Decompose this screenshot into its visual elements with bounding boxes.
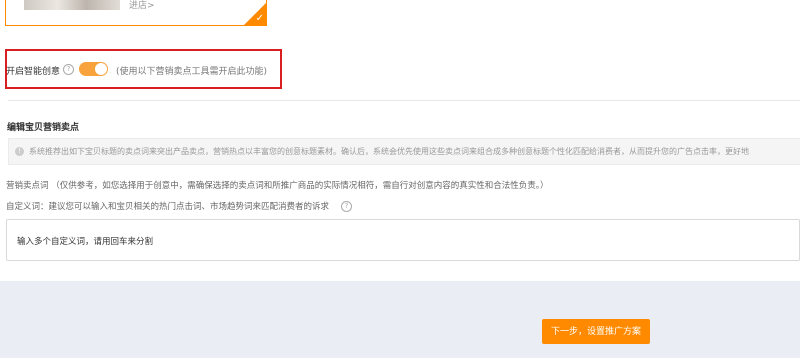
info-circle-icon: ! <box>15 147 24 156</box>
recommendation-notice: ! 系统推荐出如下宝贝标题的卖点词来突出产品卖点，营销热点以丰富您的创意标题素材… <box>8 138 800 165</box>
selected-shop-card[interactable]: 进店> ✓ <box>5 0 267 26</box>
smart-creative-hint: (使用以下营销卖点工具需开启此功能) <box>116 67 268 77</box>
footer-bar <box>0 281 800 358</box>
custom-words-input[interactable]: 输入多个自定义词，请用回车来分割 <box>6 219 800 261</box>
smart-creative-toggle[interactable] <box>79 62 108 76</box>
question-circle-icon[interactable]: ? <box>63 64 74 75</box>
toggle-knob <box>95 63 107 75</box>
section-title: 编辑宝贝营销卖点 <box>7 123 80 133</box>
section-divider <box>8 100 800 101</box>
question-circle-icon[interactable]: ? <box>341 201 352 212</box>
sell-points-label: 营销卖点词 （仅供参考，如您选择用于创意中，需确保选择的卖点词和所推广商品的实际… <box>6 181 549 191</box>
enter-shop-link[interactable]: 进店> <box>129 0 155 11</box>
checkmark-icon: ✓ <box>255 13 264 24</box>
custom-words-label: 自定义词：建议您可以输入和宝贝相关的热门点击词、市场趋势词来匹配消费者的诉求 <box>6 202 330 212</box>
shop-thumbnail <box>24 0 120 10</box>
next-step-button[interactable]: 下一步，设置推广方案 <box>542 319 650 344</box>
smart-creative-label: 开启智能创意 <box>6 67 61 77</box>
notice-text: 系统推荐出如下宝贝标题的卖点词来突出产品卖点，营销热点以丰富您的创意标题素材。确… <box>29 147 749 156</box>
